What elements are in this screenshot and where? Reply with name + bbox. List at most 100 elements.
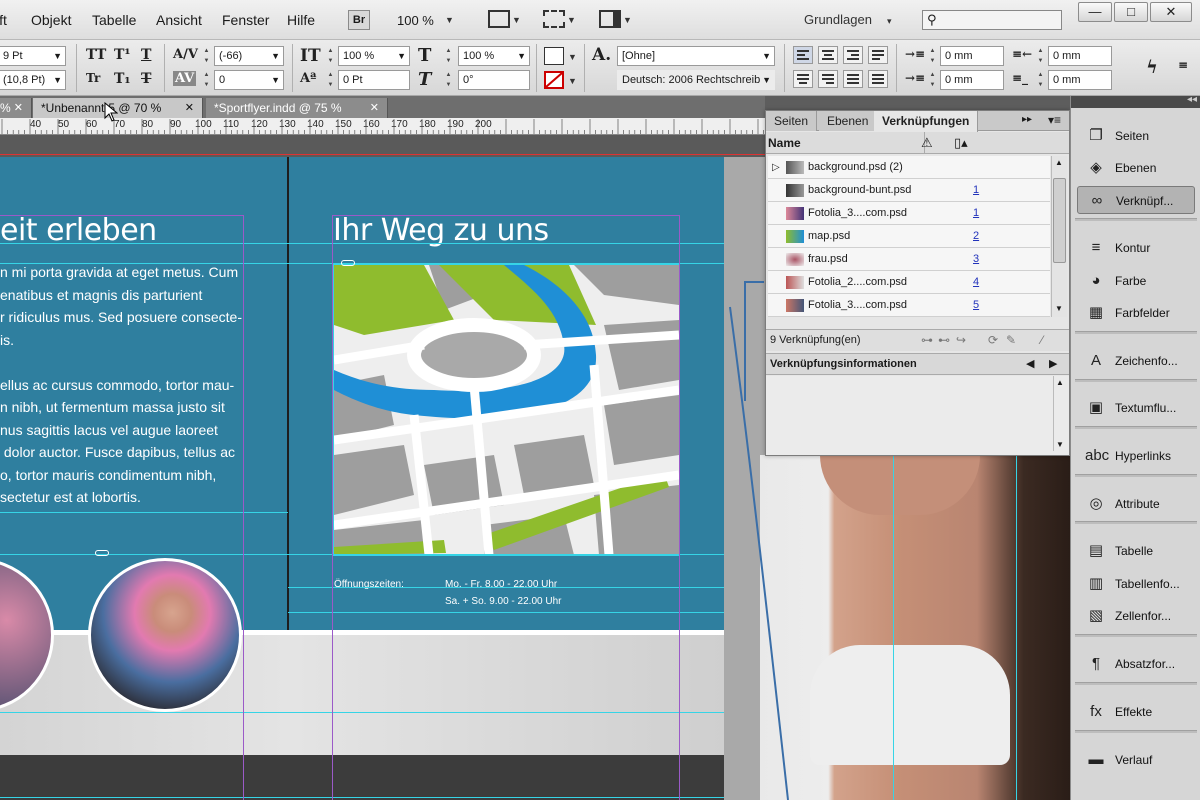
link-page-number[interactable]: 2 <box>973 225 979 248</box>
left-page-body-text[interactable]: n mi porta gravida at eget metus. Cum en… <box>0 261 242 509</box>
guide[interactable] <box>0 243 724 244</box>
link-count[interactable]: 9 Verknüpfung(en) <box>770 334 861 346</box>
dock-item-character-styles[interactable]: A Zeichenfo... <box>1077 347 1195 375</box>
link-page-number[interactable]: 1 <box>973 202 979 225</box>
dock-item-paragraph-styles[interactable]: ¶ Absatzfor... <box>1077 650 1195 678</box>
tab-ebenen[interactable]: Ebenen <box>819 111 878 131</box>
search-input[interactable] <box>945 13 1057 27</box>
link-row-fotolia-2[interactable]: Fotolia_2....com.psd 4 <box>768 271 1050 294</box>
opening-hours-label[interactable]: Öffnungszeiten: <box>334 579 404 590</box>
next-link-icon[interactable]: ▶ <box>1049 357 1057 370</box>
character-style-field[interactable]: [Ohne] ▼ <box>617 46 775 66</box>
first-line-indent-field[interactable]: 0 mm <box>940 70 1004 90</box>
woman-photo[interactable] <box>760 455 1070 800</box>
scroll-down-icon[interactable]: ▼ <box>1056 440 1064 449</box>
guide[interactable] <box>288 587 724 588</box>
justify-right-button[interactable] <box>818 70 838 88</box>
scroll-up-icon[interactable]: ▲ <box>1055 158 1063 167</box>
align-center-button[interactable] <box>818 46 838 64</box>
tab-seiten[interactable]: Seiten <box>766 111 818 131</box>
tracking-field[interactable]: 0 ▼ <box>214 70 284 90</box>
close-tab-icon[interactable]: ✕ <box>370 98 379 118</box>
update-link-icon[interactable]: ⟳ <box>988 333 998 347</box>
scroll-up-icon[interactable]: ▲ <box>1056 378 1064 387</box>
tracking-stepper[interactable]: ▲ ▼ <box>202 70 211 90</box>
arrange-dropdown-icon[interactable]: ▼ <box>623 15 632 25</box>
superscript-icon[interactable]: T¹ <box>114 47 131 63</box>
skew-stepper[interactable]: ▲ ▼ <box>444 70 453 90</box>
horizontal-scale-field[interactable]: 100 % ▼ <box>458 46 530 66</box>
tracking-dropdown-icon[interactable]: ▼ <box>271 71 280 89</box>
language-dropdown-icon[interactable]: ▼ <box>762 71 771 89</box>
underline-icon[interactable]: T <box>141 47 151 63</box>
guide[interactable] <box>0 263 724 264</box>
close-window-button[interactable]: ✕ <box>1150 2 1192 22</box>
fill-dropdown-icon[interactable]: ▼ <box>568 52 577 62</box>
tab-unbenannt-5[interactable]: *Unbenannt-5 @ 70 % ✕ <box>33 98 203 118</box>
screen-mode-dropdown-icon[interactable]: ▼ <box>567 15 576 25</box>
control-panel-menu-icon[interactable]: ≡ <box>1178 58 1188 72</box>
workspace-switcher[interactable]: Grundlagen <box>804 12 872 27</box>
link-row-map[interactable]: map.psd 2 <box>768 225 1050 248</box>
kerning-dropdown-icon[interactable]: ▼ <box>271 47 280 65</box>
dock-item-links[interactable]: ∞ Verknüpf... <box>1077 186 1195 214</box>
resize-grip-icon[interactable]: ⁄ <box>1041 333 1043 347</box>
guide[interactable] <box>0 797 724 798</box>
leading-dropdown-icon[interactable]: ▼ <box>53 71 62 89</box>
link-page-number[interactable]: 1 <box>973 179 979 202</box>
first-line-indent-stepper[interactable]: ▲ ▼ <box>928 70 937 90</box>
guide[interactable] <box>0 512 288 513</box>
map-frame[interactable] <box>333 264 680 556</box>
justify-center-button[interactable] <box>793 70 813 88</box>
tab-verknuepfungen[interactable]: Verknüpfungen <box>874 111 979 132</box>
view-options-dropdown-icon[interactable]: ▼ <box>512 15 521 25</box>
panel-collapse-icon[interactable]: ▸▸ <box>1022 114 1032 125</box>
zoom-dropdown-icon[interactable]: ▼ <box>445 15 454 25</box>
links-scrollbar[interactable]: ▲ ▼ <box>1051 156 1067 317</box>
scroll-down-icon[interactable]: ▼ <box>1055 304 1063 313</box>
vertical-scale-dropdown-icon[interactable]: ▼ <box>397 47 406 65</box>
link-page-number[interactable]: 5 <box>973 294 979 317</box>
dock-collapse-icon[interactable]: ◂◂ <box>1187 94 1197 105</box>
link-row-fotolia-3a[interactable]: Fotolia_3....com.psd 1 <box>768 202 1050 225</box>
guide[interactable] <box>288 612 724 613</box>
vertical-scale-field[interactable]: 100 % ▼ <box>338 46 410 66</box>
relink-icon[interactable]: ⊷ <box>938 333 950 347</box>
guide[interactable] <box>0 712 724 713</box>
menu-fenster[interactable]: Fenster <box>222 12 269 28</box>
horizontal-scale-stepper[interactable]: ▲ ▼ <box>444 46 453 66</box>
link-row-background-bunt[interactable]: background-bunt.psd 1 <box>768 179 1050 202</box>
all-caps-icon[interactable]: TT <box>86 47 106 63</box>
dock-item-swatches[interactable]: ▦ Farbfelder <box>1077 299 1195 327</box>
edit-original-icon[interactable]: ✎ <box>1006 333 1016 347</box>
align-spine-button[interactable] <box>868 70 888 88</box>
stroke-swatch[interactable] <box>544 71 564 89</box>
search-field[interactable]: ⚲ <box>922 10 1062 30</box>
close-tab-icon[interactable]: ✕ <box>185 98 194 118</box>
right-indent-stepper[interactable]: ▲ ▼ <box>1036 46 1045 66</box>
dock-item-color[interactable]: ◕ Farbe <box>1077 267 1195 295</box>
align-left-button[interactable] <box>793 46 813 64</box>
zoom-level[interactable]: 100 % <box>397 13 434 28</box>
status-warning-icon[interactable]: ⚠ <box>921 135 933 151</box>
tab-sportflyer[interactable]: *Sportflyer.indd @ 75 % ✕ <box>206 98 388 118</box>
opening-hours-weekend[interactable]: Sa. + So. 9.00 - 22.00 Uhr <box>445 596 561 607</box>
align-right-button[interactable] <box>843 46 863 64</box>
last-line-indent-field[interactable]: 0 mm <box>1048 70 1112 90</box>
menu-hilfe[interactable]: Hilfe <box>287 12 315 28</box>
baseline-shift-field[interactable]: 0 Pt <box>338 70 410 90</box>
screen-mode-icon[interactable] <box>543 10 565 28</box>
fitness-photo-circle-2[interactable] <box>88 558 242 712</box>
subscript-icon[interactable]: T₁ <box>114 71 131 87</box>
dock-item-table[interactable]: ▤ Tabelle <box>1077 537 1195 565</box>
dock-item-gradient[interactable]: ▬ Verlauf <box>1077 746 1195 774</box>
scrollbar-thumb[interactable] <box>1053 178 1066 263</box>
close-tab-icon[interactable]: ✕ <box>14 98 23 118</box>
skew-field[interactable]: 0° <box>458 70 530 90</box>
dock-item-table-styles[interactable]: ▥ Tabellenfo... <box>1077 570 1195 598</box>
maximize-button[interactable]: □ <box>1114 2 1148 22</box>
strikethrough-icon[interactable]: T <box>141 71 151 87</box>
vertical-scale-stepper[interactable]: ▲ ▼ <box>326 46 335 66</box>
link-row-fotolia-3b[interactable]: Fotolia_3....com.psd 5 <box>768 294 1050 317</box>
dock-item-effects[interactable]: fx Effekte <box>1077 698 1195 726</box>
